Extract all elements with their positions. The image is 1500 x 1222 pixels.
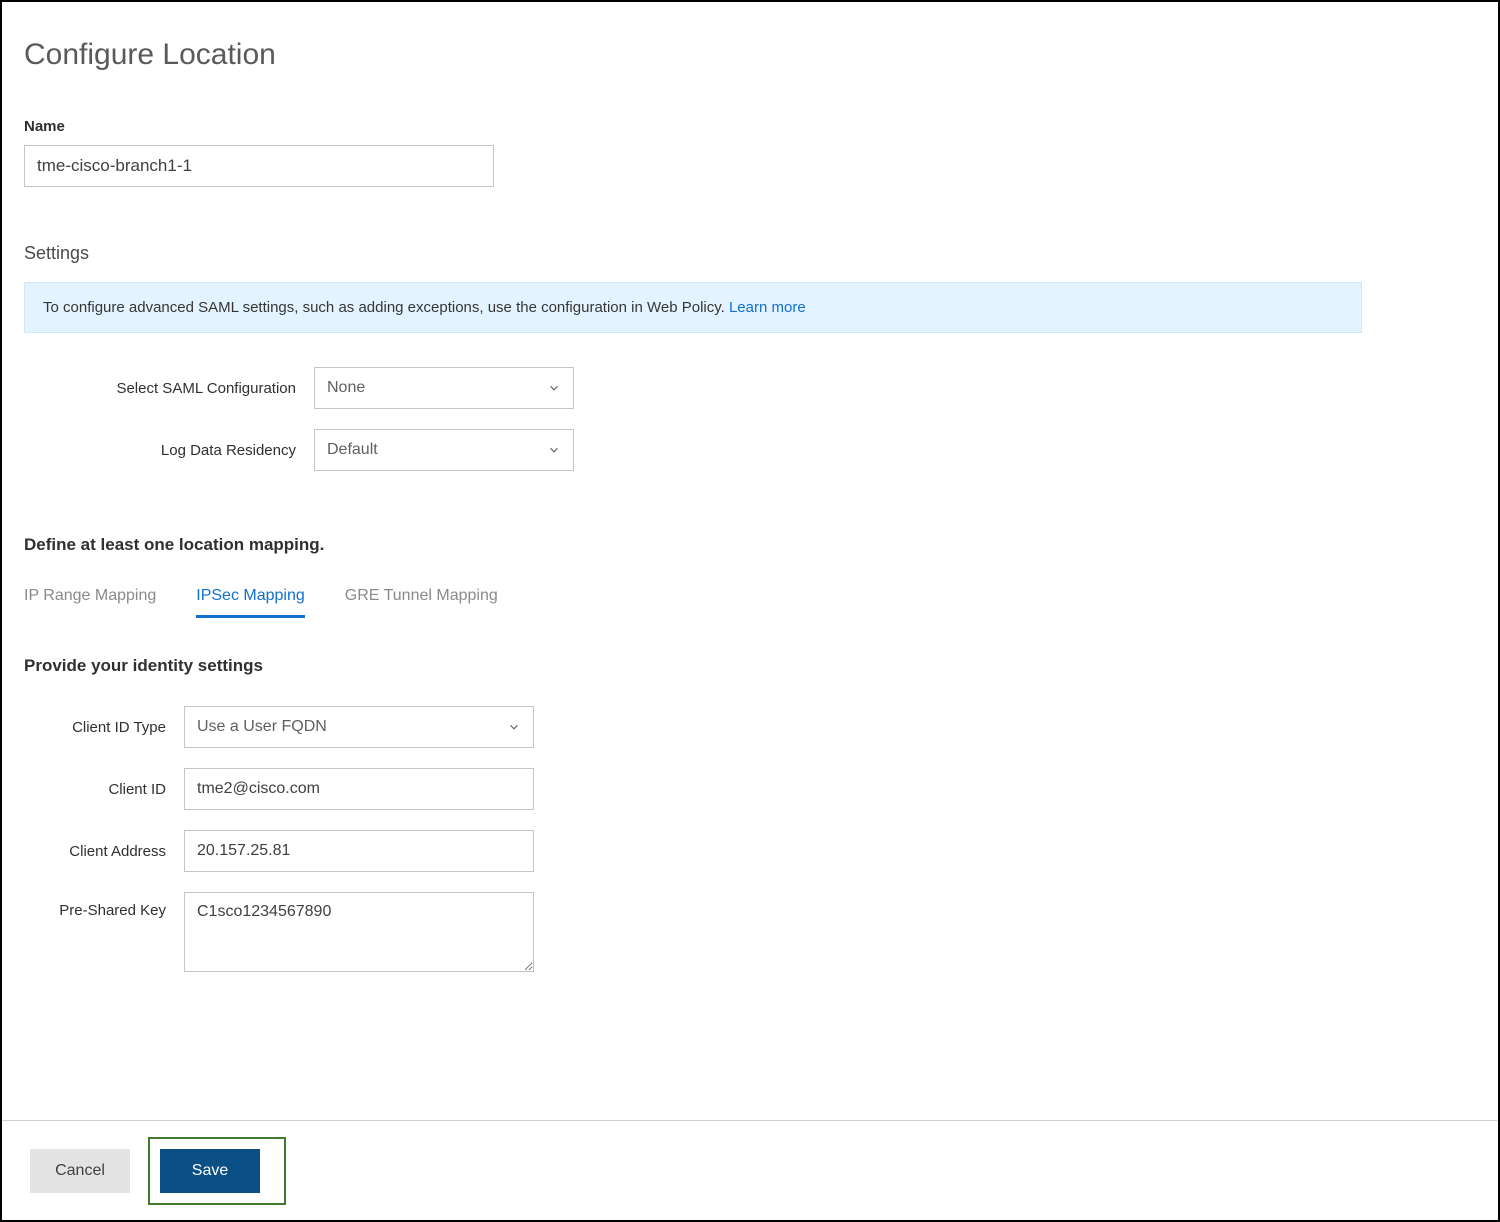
chevron-down-icon xyxy=(547,381,561,395)
saml-info-banner: To configure advanced SAML settings, suc… xyxy=(24,282,1362,333)
log-residency-label: Log Data Residency xyxy=(24,442,314,459)
client-id-label: Client ID xyxy=(24,781,184,798)
client-address-label: Client Address xyxy=(24,843,184,860)
configure-location-panel: Configure Location Name Settings To conf… xyxy=(0,0,1500,1222)
client-address-input[interactable] xyxy=(184,830,534,872)
psk-label: Pre-Shared Key xyxy=(24,892,184,919)
client-id-type-label: Client ID Type xyxy=(24,719,184,736)
tab-ip-range[interactable]: IP Range Mapping xyxy=(24,583,156,618)
saml-config-value: None xyxy=(327,379,365,397)
client-id-type-select[interactable]: Use a User FQDN xyxy=(184,706,534,748)
identity-heading: Provide your identity settings xyxy=(24,656,1476,676)
log-residency-select[interactable]: Default xyxy=(314,429,574,471)
mapping-tabs: IP Range Mapping IPSec Mapping GRE Tunne… xyxy=(24,583,1476,618)
define-mapping-text: Define at least one location mapping. xyxy=(24,535,1476,555)
name-input[interactable] xyxy=(24,145,494,187)
client-id-input[interactable] xyxy=(184,768,534,810)
save-button[interactable]: Save xyxy=(160,1149,260,1193)
page-title: Configure Location xyxy=(24,38,1476,72)
log-residency-value: Default xyxy=(327,441,378,459)
chevron-down-icon xyxy=(507,720,521,734)
footer-bar: Cancel Save xyxy=(2,1120,1498,1220)
name-label: Name xyxy=(24,118,1476,135)
saml-config-label: Select SAML Configuration xyxy=(24,380,314,397)
identity-form: Client ID Type Use a User FQDN Client ID… xyxy=(24,706,1476,972)
cancel-button[interactable]: Cancel xyxy=(30,1149,130,1193)
saml-info-text: To configure advanced SAML settings, suc… xyxy=(43,299,729,316)
settings-heading: Settings xyxy=(24,243,1476,264)
psk-input[interactable] xyxy=(184,892,534,972)
client-id-type-value: Use a User FQDN xyxy=(197,718,327,736)
tab-gre[interactable]: GRE Tunnel Mapping xyxy=(345,583,498,618)
chevron-down-icon xyxy=(547,443,561,457)
tab-ipsec[interactable]: IPSec Mapping xyxy=(196,583,305,618)
save-callout: Save xyxy=(148,1137,286,1205)
saml-config-select[interactable]: None xyxy=(314,367,574,409)
learn-more-link[interactable]: Learn more xyxy=(729,299,806,316)
